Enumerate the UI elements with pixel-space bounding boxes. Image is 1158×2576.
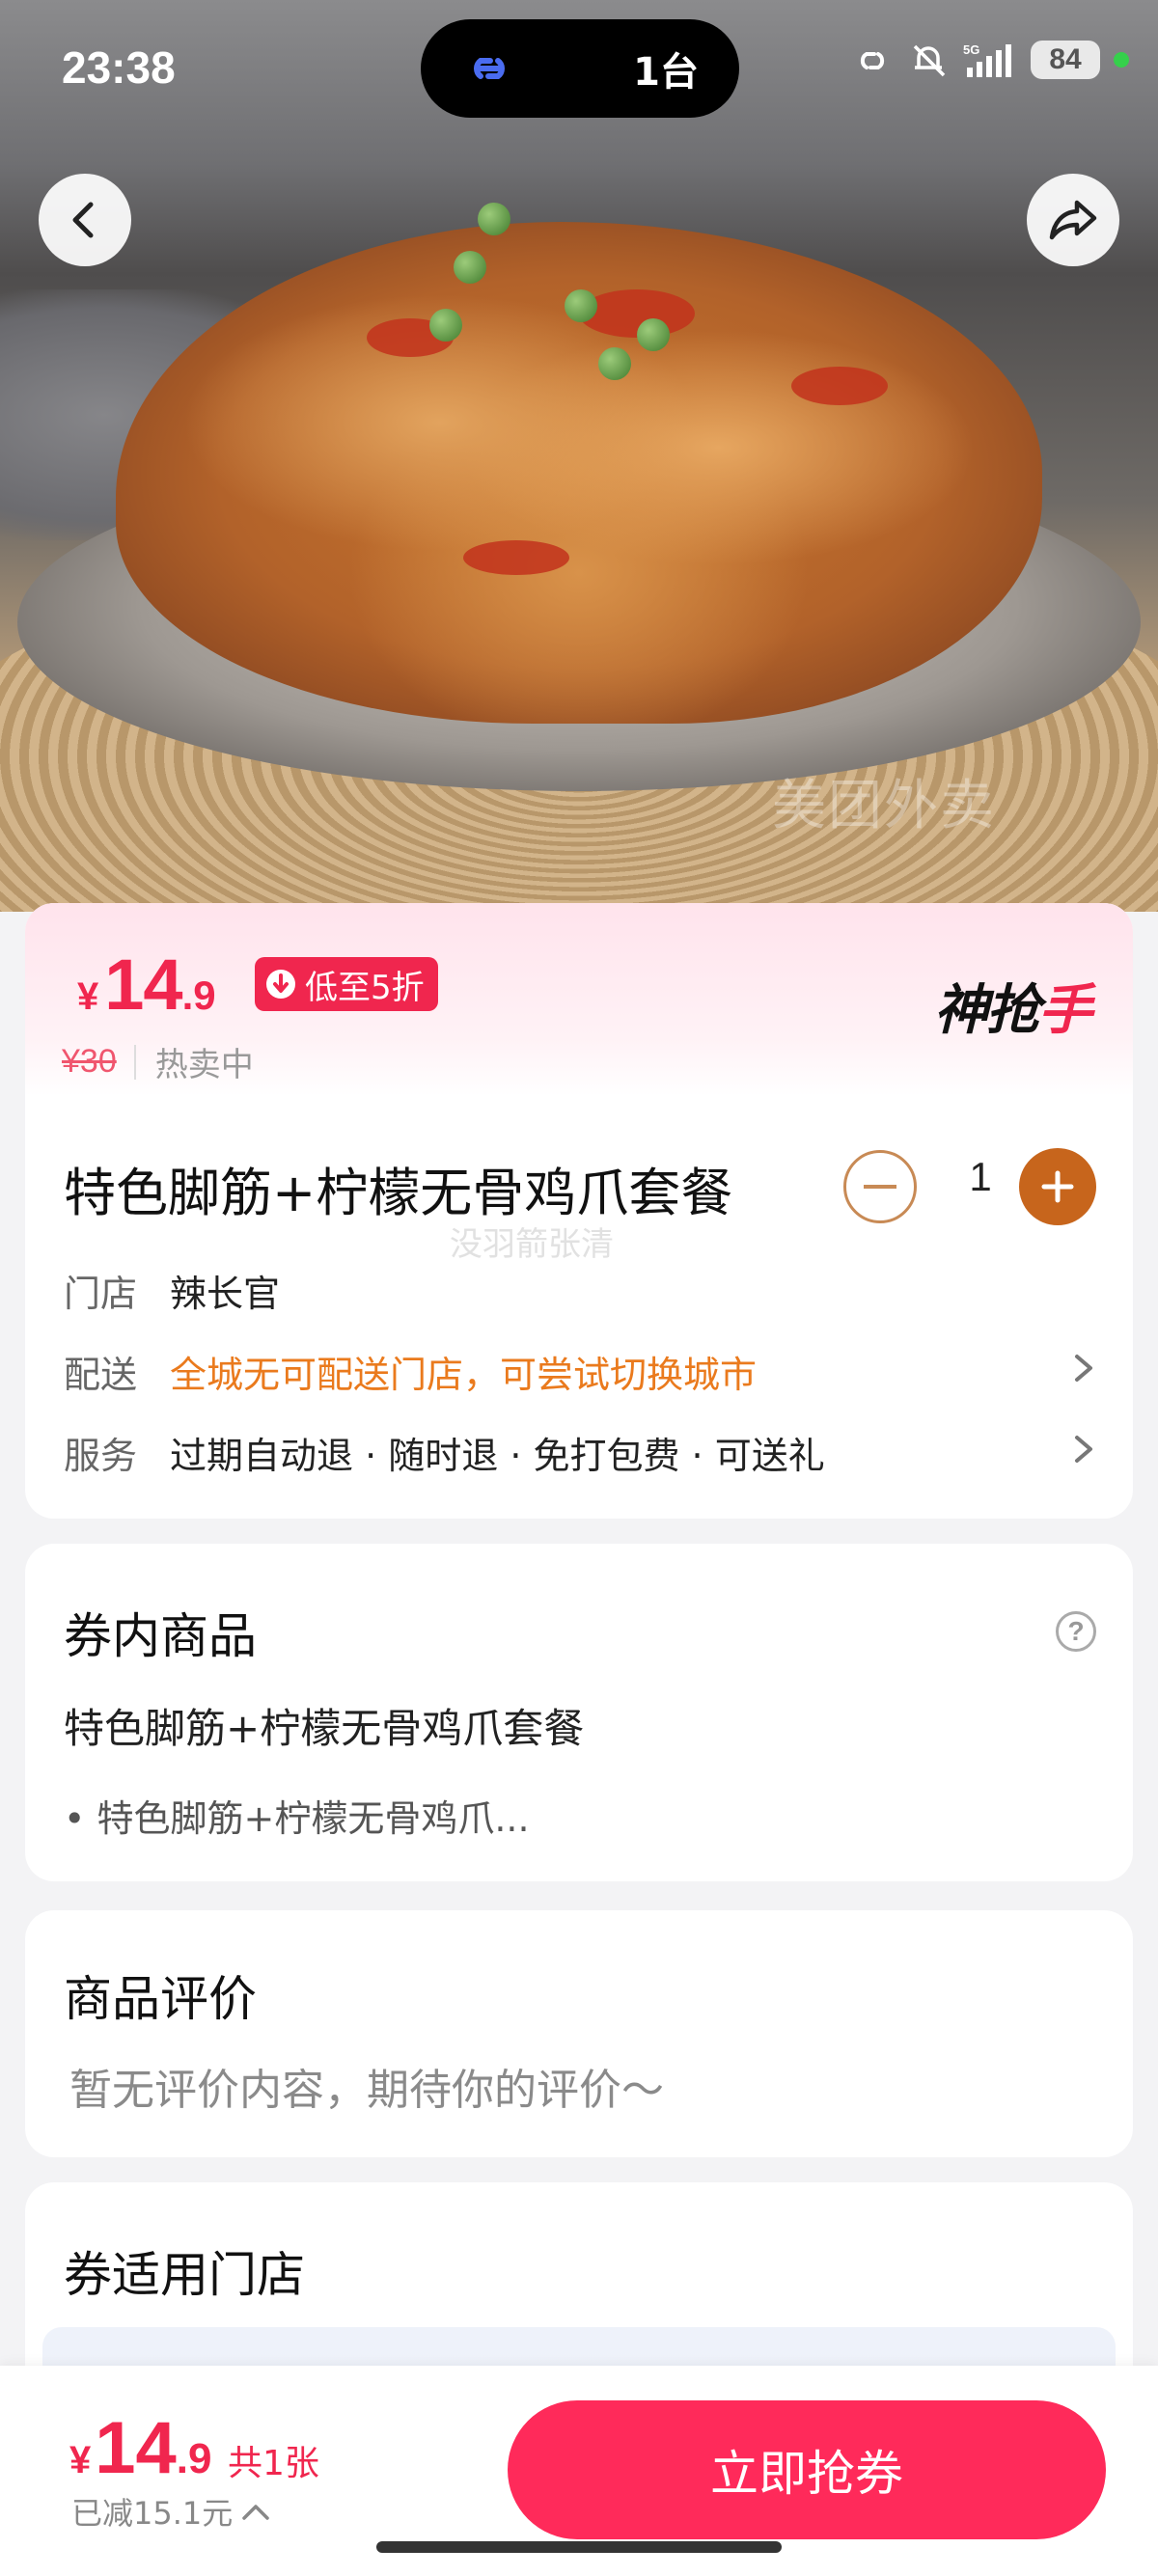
island-count: 1台 [633, 50, 699, 95]
discount-text: 低至5折 [305, 968, 425, 1007]
status-time: 23:38 [62, 42, 176, 93]
privacy-dot [1114, 52, 1129, 68]
quantity-increase-button[interactable] [1019, 1148, 1096, 1225]
hotspot-icon [860, 52, 885, 69]
coupon-items-card: 券内商品 ? 特色脚筋+柠檬无骨鸡爪套餐 • 特色脚筋+柠檬无骨鸡爪... [25, 1544, 1133, 1881]
bottom-price-currency: ¥ [69, 2439, 92, 2481]
home-indicator[interactable] [376, 2541, 782, 2553]
product-title: 特色脚筋+柠檬无骨鸡爪套餐 [64, 1163, 733, 1223]
brand-logo-part2: 手 [1038, 979, 1092, 1042]
battery-icon: 84 [1031, 41, 1100, 79]
discount-badge: 低至5折 [255, 957, 438, 1011]
image-chili [463, 540, 569, 575]
original-price: ¥30 [62, 1043, 117, 1080]
price-decimal: .9 [181, 973, 216, 1018]
delivery-label: 配送 [64, 1354, 138, 1396]
dynamic-island[interactable]: 1台 [421, 19, 739, 118]
share-icon [1049, 200, 1097, 240]
grab-coupon-button[interactable]: 立即抢券 [508, 2400, 1106, 2539]
reduced-amount-toggle[interactable]: 已减15.1元 [71, 2489, 271, 2534]
status-bar: 23:38 1台 5G 84 [0, 0, 1158, 135]
product-image[interactable]: 美团外卖 [0, 0, 1158, 912]
service-value: 过期自动退 · 随时退 · 免打包费 · 可送礼 [170, 1435, 825, 1477]
link-icon [474, 58, 505, 79]
minus-icon [864, 1185, 896, 1189]
divider [133, 1044, 136, 1080]
chevron-up-icon [242, 2505, 270, 2520]
service-label: 服务 [64, 1435, 138, 1477]
service-row[interactable]: 服务 过期自动退 · 随时退 · 免打包费 · 可送礼 [64, 1426, 1096, 1479]
delivery-value: 全城无可配送门店，可尝试切换城市 [170, 1354, 758, 1396]
brand-logo-part1: 神抢 [934, 979, 1040, 1042]
reviews-empty-text: 暂无评价内容，期待你的评价～ [69, 2066, 664, 2115]
reviews-title: 商品评价 [64, 1971, 257, 2027]
arrow-down-circle-icon [266, 970, 295, 999]
delivery-row[interactable]: 配送 全城无可配送门店，可尝试切换城市 [64, 1345, 1096, 1398]
brand-logo: 神抢手 [934, 967, 1092, 1045]
image-pepper [454, 251, 486, 284]
bottom-price: ¥ 14 .9 [69, 2406, 212, 2490]
coupon-item-detail: • 特色脚筋+柠檬无骨鸡爪... [64, 1797, 530, 1840]
plus-icon [1041, 1170, 1074, 1203]
signal-5g-icon: 5G [963, 42, 1011, 77]
reduced-amount: 已减15.1元 [71, 2495, 234, 2532]
image-pepper [429, 309, 462, 342]
price-integer: 14 [104, 945, 182, 1025]
svg-text:5G: 5G [963, 42, 979, 57]
current-price: ¥ 14 .9 [77, 944, 216, 1026]
mute-icon [913, 44, 946, 77]
image-pepper [478, 203, 510, 235]
chevron-right-icon [1075, 1355, 1092, 1382]
image-chili [791, 367, 888, 405]
chevron-right-icon [1075, 1436, 1092, 1463]
share-button[interactable] [1027, 174, 1119, 266]
coupon-item-name: 特色脚筋+柠檬无骨鸡爪套餐 [64, 1705, 585, 1752]
store-name: 辣长官 [170, 1273, 281, 1315]
original-price-row: ¥30 热卖中 [62, 1038, 254, 1085]
reviews-card: 商品评价 暂无评价内容，期待你的评价～ [25, 1910, 1133, 2157]
help-icon[interactable]: ? [1056, 1611, 1096, 1652]
image-pepper [598, 347, 631, 380]
store-label: 门店 [64, 1273, 138, 1315]
quantity-decrease-button[interactable] [843, 1150, 917, 1223]
faint-watermark: 没羽箭张清 [450, 1225, 614, 1264]
bottom-price-decimal: .9 [176, 2435, 212, 2482]
coupon-items-title: 券内商品 [64, 1608, 257, 1664]
hot-sale-status: 热卖中 [154, 1046, 254, 1084]
product-info-card: ¥ 14 .9 低至5折 神抢手 ¥30 热卖中 特色脚筋+柠檬无骨鸡爪套餐 没… [25, 903, 1133, 1519]
image-watermark: 美团外卖 [772, 775, 996, 836]
stores-title: 券适用门店 [64, 2247, 305, 2303]
quantity-value: 1 [969, 1154, 992, 1199]
coupon-count: 共1张 [228, 2444, 319, 2483]
back-button[interactable] [39, 174, 131, 266]
image-pepper [565, 289, 597, 322]
price-currency: ¥ [77, 975, 99, 1018]
store-row: 门店 辣长官 [64, 1264, 1096, 1317]
image-pepper [637, 318, 670, 351]
bottom-price-integer: 14 [95, 2407, 177, 2489]
chevron-left-icon [72, 202, 94, 238]
status-icons: 5G 84 [851, 41, 1129, 79]
